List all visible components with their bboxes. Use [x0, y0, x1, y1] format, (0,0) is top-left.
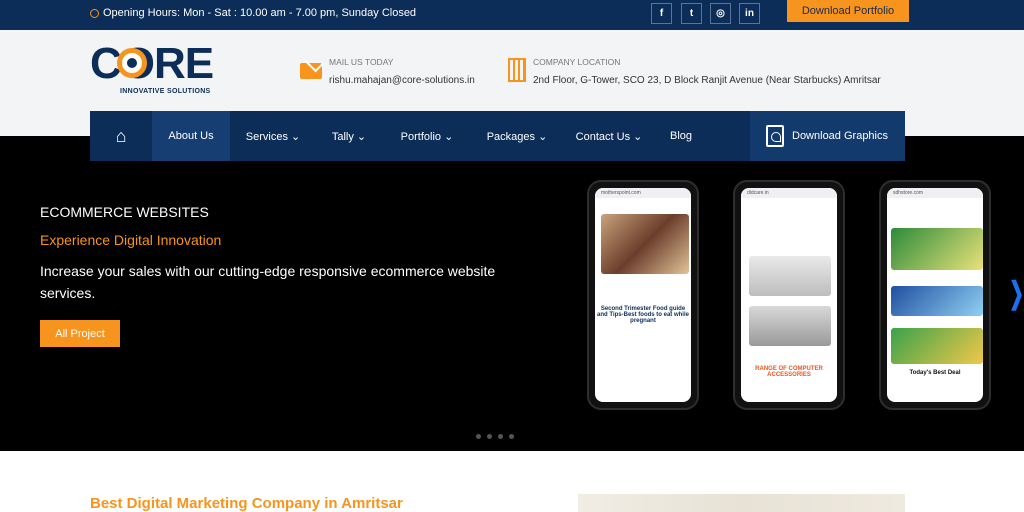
slider-dot[interactable] — [498, 434, 503, 439]
phone-mockup-sdhstore: sdhstore.com Today's Best Deal — [879, 180, 991, 410]
download-portfolio-button[interactable]: Download Portfolio — [787, 0, 909, 22]
product-image — [749, 306, 831, 346]
location-label: COMPANY LOCATION — [533, 57, 621, 67]
hero-tagline: Experience Digital Innovation — [40, 232, 222, 248]
product-image — [749, 256, 831, 296]
banner-image — [891, 228, 983, 270]
logo-text: CORE — [90, 39, 214, 88]
banner-image — [891, 286, 983, 316]
main-nav: ⌂ About Us Services ⌄ Tally ⌄ Portfolio … — [90, 111, 905, 161]
home-icon[interactable]: ⌂ — [90, 111, 152, 161]
download-graphics-button[interactable]: Download Graphics — [750, 111, 905, 161]
hero-description: Increase your sales with our cutting-edg… — [40, 263, 496, 301]
opening-hours-text: Opening Hours: Mon - Sat : 10.00 am - 7.… — [103, 7, 417, 19]
slider-dot[interactable] — [476, 434, 481, 439]
nav-blog[interactable]: Blog — [656, 111, 706, 161]
all-project-button[interactable]: All Project — [40, 320, 120, 347]
section-image — [578, 494, 905, 512]
nav-packages[interactable]: Packages ⌄ — [472, 111, 562, 161]
slider-dots — [476, 434, 514, 439]
nav-contact-us[interactable]: Contact Us ⌄ — [562, 111, 656, 161]
nav-about-us[interactable]: About Us — [152, 111, 230, 161]
core-logo[interactable]: CORE INNOVATIVE SOLUTIONS — [90, 42, 220, 98]
location-value: 2nd Floor, G-Tower, SCO 23, D Block Ranj… — [533, 75, 881, 86]
twitter-icon[interactable]: t — [681, 3, 702, 24]
mail-label: MAIL US TODAY — [329, 57, 394, 67]
phone-url: motherspoint.com — [595, 188, 691, 198]
banner-image — [891, 328, 983, 364]
food-image — [601, 214, 689, 274]
building-icon — [508, 58, 526, 82]
intro-section: Best Digital Marketing Company in Amrits… — [0, 451, 1024, 512]
phone-title: Second Trimester Food guide and Tips-Bes… — [597, 306, 689, 324]
phone-url: didcare.in — [741, 188, 837, 198]
mail-link[interactable]: rishu.mahajan@core-solutions.in — [329, 75, 475, 86]
nav-portfolio[interactable]: Portfolio ⌄ — [382, 111, 472, 161]
opening-hours: Opening Hours: Mon - Sat : 10.00 am - 7.… — [90, 7, 416, 19]
clock-icon — [90, 8, 99, 18]
hero-slider: ECOMMERCE WEBSITES Experience Digital In… — [0, 136, 1024, 451]
slider-dot[interactable] — [509, 434, 514, 439]
mail-info: MAIL US TODAY rishu.mahajan@core-solutio… — [329, 57, 475, 86]
instagram-icon[interactable]: ◎ — [710, 3, 731, 24]
phone-mockup-motherspoint: motherspoint.com Second Trimester Food g… — [587, 180, 699, 410]
slider-dot[interactable] — [487, 434, 492, 439]
phone-title: RANGE OF COMPUTER ACCESSORIES — [755, 366, 823, 378]
mail-icon — [300, 63, 322, 79]
logo-subtitle: INNOVATIVE SOLUTIONS — [120, 88, 211, 95]
top-bar: Opening Hours: Mon - Sat : 10.00 am - 7.… — [0, 0, 1024, 30]
phone-screen: sdhstore.com Today's Best Deal — [887, 188, 983, 402]
phone-screen: didcare.in RANGE OF COMPUTER ACCESSORIES — [741, 188, 837, 402]
location-info: COMPANY LOCATION 2nd Floor, G-Tower, SCO… — [533, 57, 881, 86]
section-heading: Best Digital Marketing Company in Amrits… — [90, 495, 403, 512]
linkedin-icon[interactable]: in — [739, 3, 760, 24]
pdf-icon — [766, 125, 784, 147]
target-icon — [117, 48, 147, 78]
phone-url: sdhstore.com — [887, 188, 983, 198]
phone-title: Today's Best Deal — [909, 370, 961, 376]
download-graphics-label: Download Graphics — [792, 130, 888, 142]
facebook-icon[interactable]: f — [651, 3, 672, 24]
hero-eyebrow: ECOMMERCE WEBSITES — [40, 204, 209, 220]
phone-screen: motherspoint.com Second Trimester Food g… — [595, 188, 691, 402]
next-slide-arrow-icon[interactable]: ❯ — [1009, 276, 1024, 311]
nav-services[interactable]: Services ⌄ — [230, 111, 316, 161]
phone-mockup-didcare: didcare.in RANGE OF COMPUTER ACCESSORIES — [733, 180, 845, 410]
nav-tally[interactable]: Tally ⌄ — [316, 111, 382, 161]
